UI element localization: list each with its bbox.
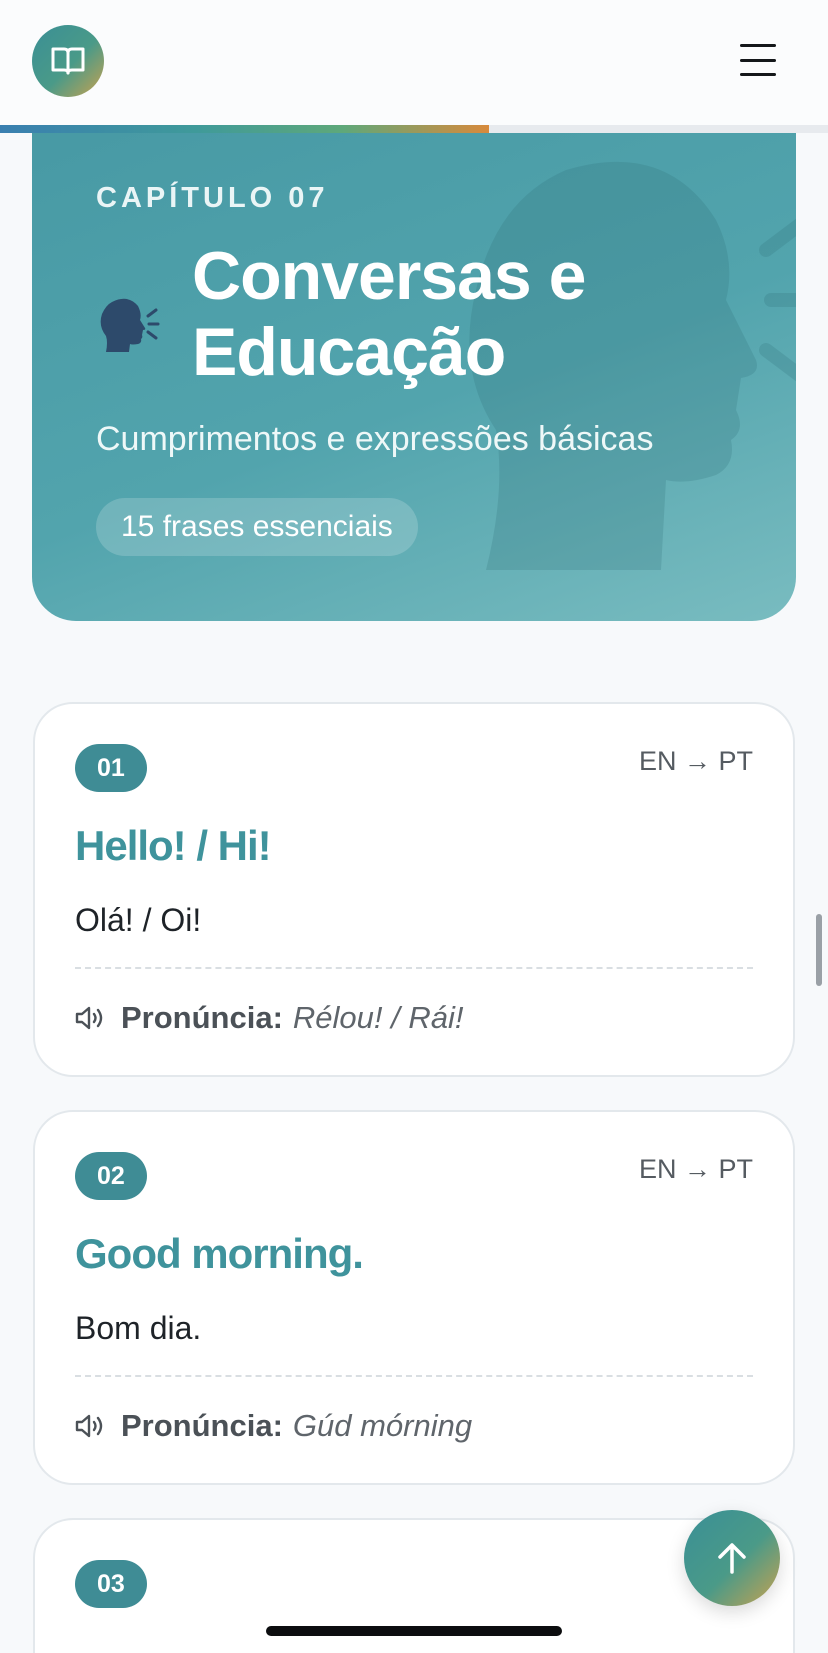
speaker-icon[interactable] <box>75 1005 105 1031</box>
reading-progress-fill <box>0 125 489 133</box>
chapter-subtitle: Cumprimentos e expressões básicas <box>96 420 654 458</box>
phrase-english: Good morning. <box>75 1230 364 1277</box>
home-indicator <box>266 1626 562 1636</box>
chapter-hero: CAPÍTULO 07 Conversas e Educação Cumprim… <box>32 110 796 621</box>
speaking-head-icon <box>98 292 162 356</box>
pronunciation-row: Pronúncia: Rélou! / Rái! <box>75 1000 463 1036</box>
pronunciation-value: Gúd mórning <box>292 1408 473 1443</box>
top-header <box>0 0 828 126</box>
menu-line <box>740 44 776 47</box>
chapter-label: CAPÍTULO 07 <box>96 182 329 214</box>
chapter-title: Conversas e Educação <box>192 238 586 390</box>
phrase-number-badge: 03 <box>75 1560 147 1608</box>
hamburger-menu-icon[interactable] <box>736 40 780 80</box>
open-book-icon <box>51 47 85 75</box>
translation-direction: EN → PT <box>638 746 753 776</box>
arrow-up-icon <box>718 1543 746 1574</box>
reading-progress-bar <box>0 125 828 133</box>
back-to-top-button[interactable] <box>684 1510 780 1606</box>
phrase-card[interactable]: 02 EN → PT Good morning. Bom dia. Pronún… <box>33 1110 795 1485</box>
phrase-card[interactable]: 01 EN → PT Hello! / Hi! Olá! / Oi! Pronú… <box>33 702 795 1077</box>
pronunciation-label: Pronúncia: <box>121 1000 283 1035</box>
pronunciation-label: Pronúncia: <box>121 1408 283 1443</box>
pronunciation-value: Rélou! / Rái! <box>292 1000 464 1035</box>
phrase-number-badge: 01 <box>75 744 147 792</box>
phrase-count-badge: 15 frases essenciais <box>96 498 418 556</box>
phrase-number-badge: 02 <box>75 1152 147 1200</box>
menu-line <box>740 58 776 62</box>
page-scrollbar[interactable] <box>816 914 822 986</box>
phrase-portuguese: Bom dia. <box>75 1310 202 1346</box>
phrase-english: Hello! / Hi! <box>75 822 272 869</box>
menu-line <box>740 73 776 76</box>
logo-button[interactable] <box>32 25 104 97</box>
card-divider <box>75 1375 753 1377</box>
speaker-icon[interactable] <box>75 1413 105 1439</box>
phrase-portuguese: Olá! / Oi! <box>75 902 202 938</box>
card-divider <box>75 967 753 969</box>
translation-direction: EN → PT <box>638 1154 753 1184</box>
pronunciation-row: Pronúncia: Gúd mórning <box>75 1408 472 1444</box>
